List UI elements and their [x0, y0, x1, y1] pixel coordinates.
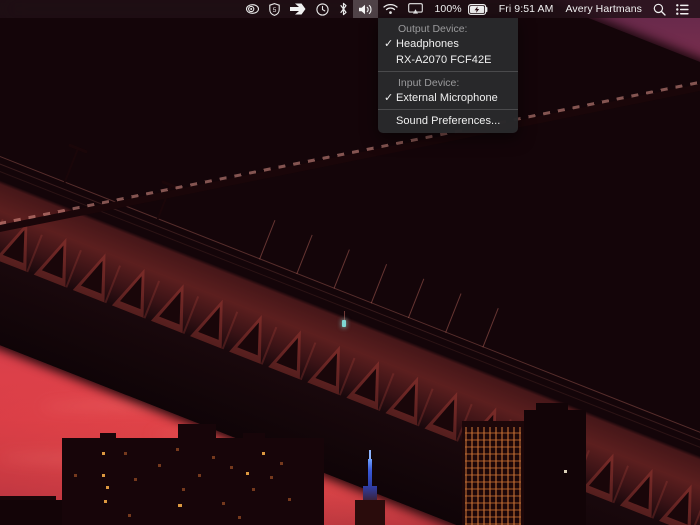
menu-item-sound-preferences[interactable]: Sound Preferences...: [378, 113, 518, 129]
menu-item-external-microphone[interactable]: ✓ External Microphone: [378, 90, 518, 106]
desktop-wallpaper: [0, 0, 700, 525]
spire-antenna: [368, 459, 372, 488]
battery-charging-icon[interactable]: [468, 0, 493, 18]
apartment-block-left: [62, 438, 324, 525]
hazel-icon[interactable]: [241, 0, 264, 18]
menu-item-label: RX-A2070 FCF42E: [396, 54, 492, 66]
output-device-header: Output Device:: [378, 21, 518, 36]
menu-item-label: Sound Preferences...: [396, 115, 500, 127]
lit-window: [564, 470, 567, 473]
menu-item-rx-a2070[interactable]: RX-A2070 FCF42E: [378, 52, 518, 68]
window-grid: [62, 438, 324, 525]
bridge-hanging-light: [342, 320, 346, 327]
checkmark-icon: ✓: [384, 90, 396, 106]
airplay-icon[interactable]: [403, 0, 428, 18]
menu-separator: [378, 71, 518, 72]
battery-percent-label: 100%: [428, 0, 467, 18]
spire-building-base: [355, 500, 385, 525]
highrise-tower-lit: [462, 421, 524, 525]
window-grid: [465, 427, 521, 525]
notification-center-icon[interactable]: [671, 0, 694, 18]
menubar-user-name[interactable]: Avery Hartmans: [560, 0, 648, 18]
wifi-icon[interactable]: [378, 0, 403, 18]
svg-text:5: 5: [273, 7, 277, 14]
menu-item-label: Headphones: [396, 38, 459, 50]
shield-badge-icon[interactable]: 5: [264, 0, 285, 18]
volume-icon[interactable]: [353, 0, 378, 18]
checkmark-icon: ✓: [384, 36, 396, 52]
input-device-header: Input Device:: [378, 75, 518, 90]
rooftop-watertower: [178, 424, 216, 439]
menubar-clock[interactable]: Fri 9:51 AM: [493, 0, 560, 18]
menu-separator: [378, 109, 518, 110]
highrise-tower-dark: [524, 410, 586, 525]
low-building-left: [0, 500, 66, 525]
arrow-forward-icon[interactable]: [285, 0, 311, 18]
sound-dropdown-menu: Output Device: ✓ Headphones RX-A2070 FCF…: [378, 18, 518, 133]
bluetooth-icon[interactable]: [334, 0, 353, 18]
menu-item-label: External Microphone: [396, 92, 498, 104]
menu-item-headphones[interactable]: ✓ Headphones: [378, 36, 518, 52]
search-icon[interactable]: [648, 0, 671, 18]
menu-bar: 5 1: [0, 0, 700, 18]
clock-history-icon[interactable]: [311, 0, 334, 18]
